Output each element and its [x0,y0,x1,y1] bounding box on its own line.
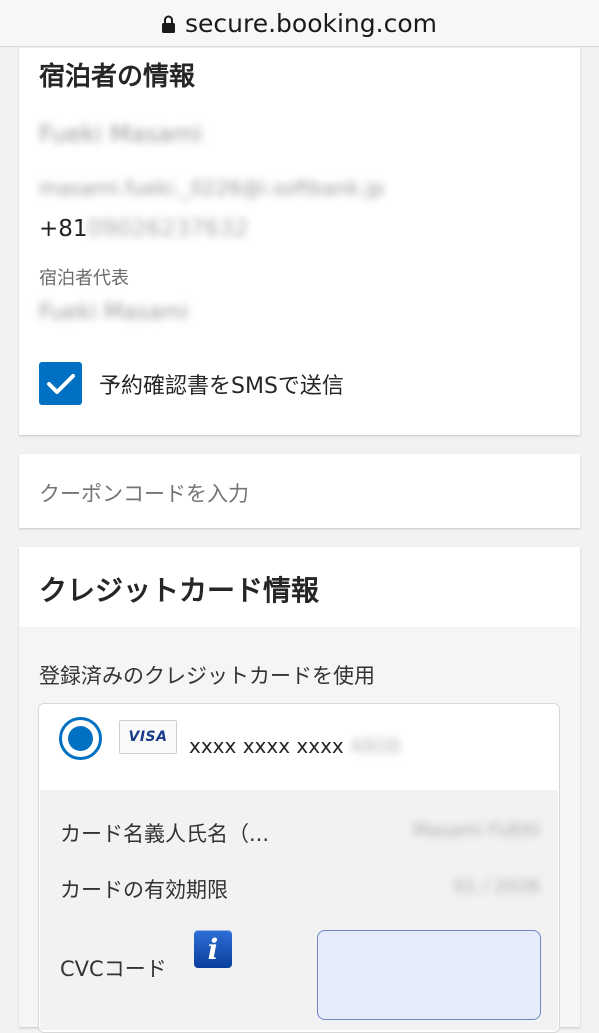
saved-card-radio[interactable] [59,717,102,760]
url-bar[interactable]: secure.booking.com [0,0,599,47]
card-number-last4: 4808 [349,734,401,758]
phone-number: 09026237632 [87,216,249,242]
sms-checkbox-label[interactable]: 予約確認書をSMSで送信 [99,368,344,400]
card-number: xxxx xxxx xxxx 4808 [189,734,401,758]
saved-card-option[interactable]: VISA xxxx xxxx xxxx 4808 カード名義人氏名（... Mas… [38,703,560,1033]
cvc-label: CVCコード [60,957,167,981]
card-details: カード名義人氏名（... Masami FUEKI カードの有効期限 01 / … [40,790,558,1030]
credit-card-card: クレジットカード情報 登録済みのクレジットカードを使用 VISA xxxx xx… [19,547,580,1033]
card-expiry-value: 01 / 2026 [453,876,540,897]
saved-card-label: 登録済みのクレジットカードを使用 [39,664,375,688]
url-text: secure.booking.com [185,8,437,38]
card-expiry-label: カードの有効期限 [60,878,228,902]
radio-selected-dot [68,726,93,751]
coupon-placeholder: クーポンコードを入力 [39,482,249,506]
checkmark-icon [46,373,75,394]
guest-email: masami.fueki._0226@i.softbank.jp [39,176,385,200]
credit-card-title: クレジットカード情報 [39,574,320,607]
card-holder-value: Masami FUEKI [412,820,540,841]
representative-name: Fueki Masami [39,300,189,325]
card-holder-label: カード名義人氏名（... [60,822,270,846]
guest-section-title: 宿泊者の情報 [39,62,196,92]
lock-icon [162,15,175,33]
phone-prefix: +81 [39,216,88,242]
cvc-input[interactable] [317,930,541,1020]
credit-card-header: クレジットカード情報 [19,547,580,627]
guest-name: Fueki Masami [39,120,203,148]
representative-label: 宿泊者代表 [39,268,129,289]
card-number-masked: xxxx xxxx xxxx [189,734,344,758]
coupon-code-field[interactable]: クーポンコードを入力 [19,454,580,528]
guest-info-card: 宿泊者の情報 Fueki Masami masami.fueki._0226@i… [19,48,580,435]
visa-logo-icon: VISA [119,720,177,754]
sms-checkbox[interactable] [39,362,82,405]
guest-phone: +8109026237632 [39,216,249,242]
info-icon[interactable]: i [194,930,232,968]
